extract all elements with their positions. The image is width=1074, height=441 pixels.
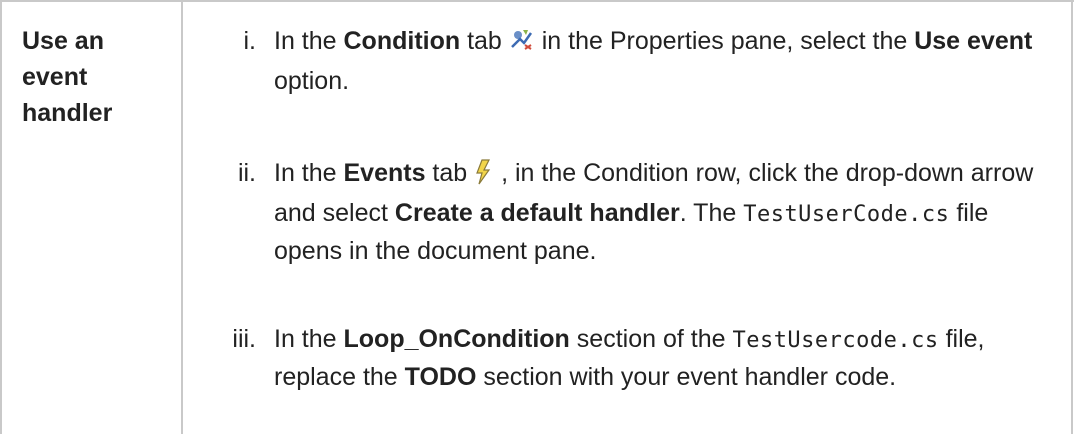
bold-term: Create a default handler [394,199,680,227]
condition-tab-icon [509,27,535,63]
text: option. [274,67,350,95]
step-number: iii. [232,325,256,353]
step-item: iii. In the Loop_OnCondition section of … [190,321,1050,441]
text: section with your event handler code. [476,363,897,391]
bold-term: Condition [343,27,461,55]
table-column-divider [181,0,183,434]
bold-term: Loop_OnCondition [343,325,570,353]
bold-term: Use event [914,27,1033,55]
text: . The [679,199,744,227]
step-number: i. [243,27,257,55]
text: in the Properties pane, select the [534,27,915,55]
table-right-border [1071,0,1073,434]
row-label-line: handler [22,99,113,127]
text: In the [274,159,344,187]
row-label-line: Use an [22,27,104,55]
text: tab [460,27,509,55]
table-left-border [0,0,2,434]
procedure-table: Use an event handler i. In the Condition… [0,0,1074,434]
bold-term: Events [343,159,426,187]
row-label-line: event [22,63,88,91]
text: section of the [569,325,733,353]
text: tab [425,159,475,187]
table-top-border [0,0,1074,2]
step-text: In the Events tab , in the Condition row… [274,155,1044,269]
step-text: In the Loop_OnCondition section of the T… [274,321,1044,395]
step-item: i. In the Condition tab in the Propertie… [190,23,1050,103]
bold-term: TODO [404,363,477,391]
step-text: In the Condition tab in the Properties p… [274,23,1044,99]
code-filename: TestUserCode.cs [743,202,950,227]
step-item: ii. In the Events tab , in the Condition… [190,155,1050,275]
step-number: ii. [237,159,256,187]
events-tab-icon [474,159,494,195]
text: In the [274,27,344,55]
text: In the [274,325,344,353]
code-filename: TestUsercode.cs [732,328,939,353]
row-label: Use an event handler [22,23,172,131]
